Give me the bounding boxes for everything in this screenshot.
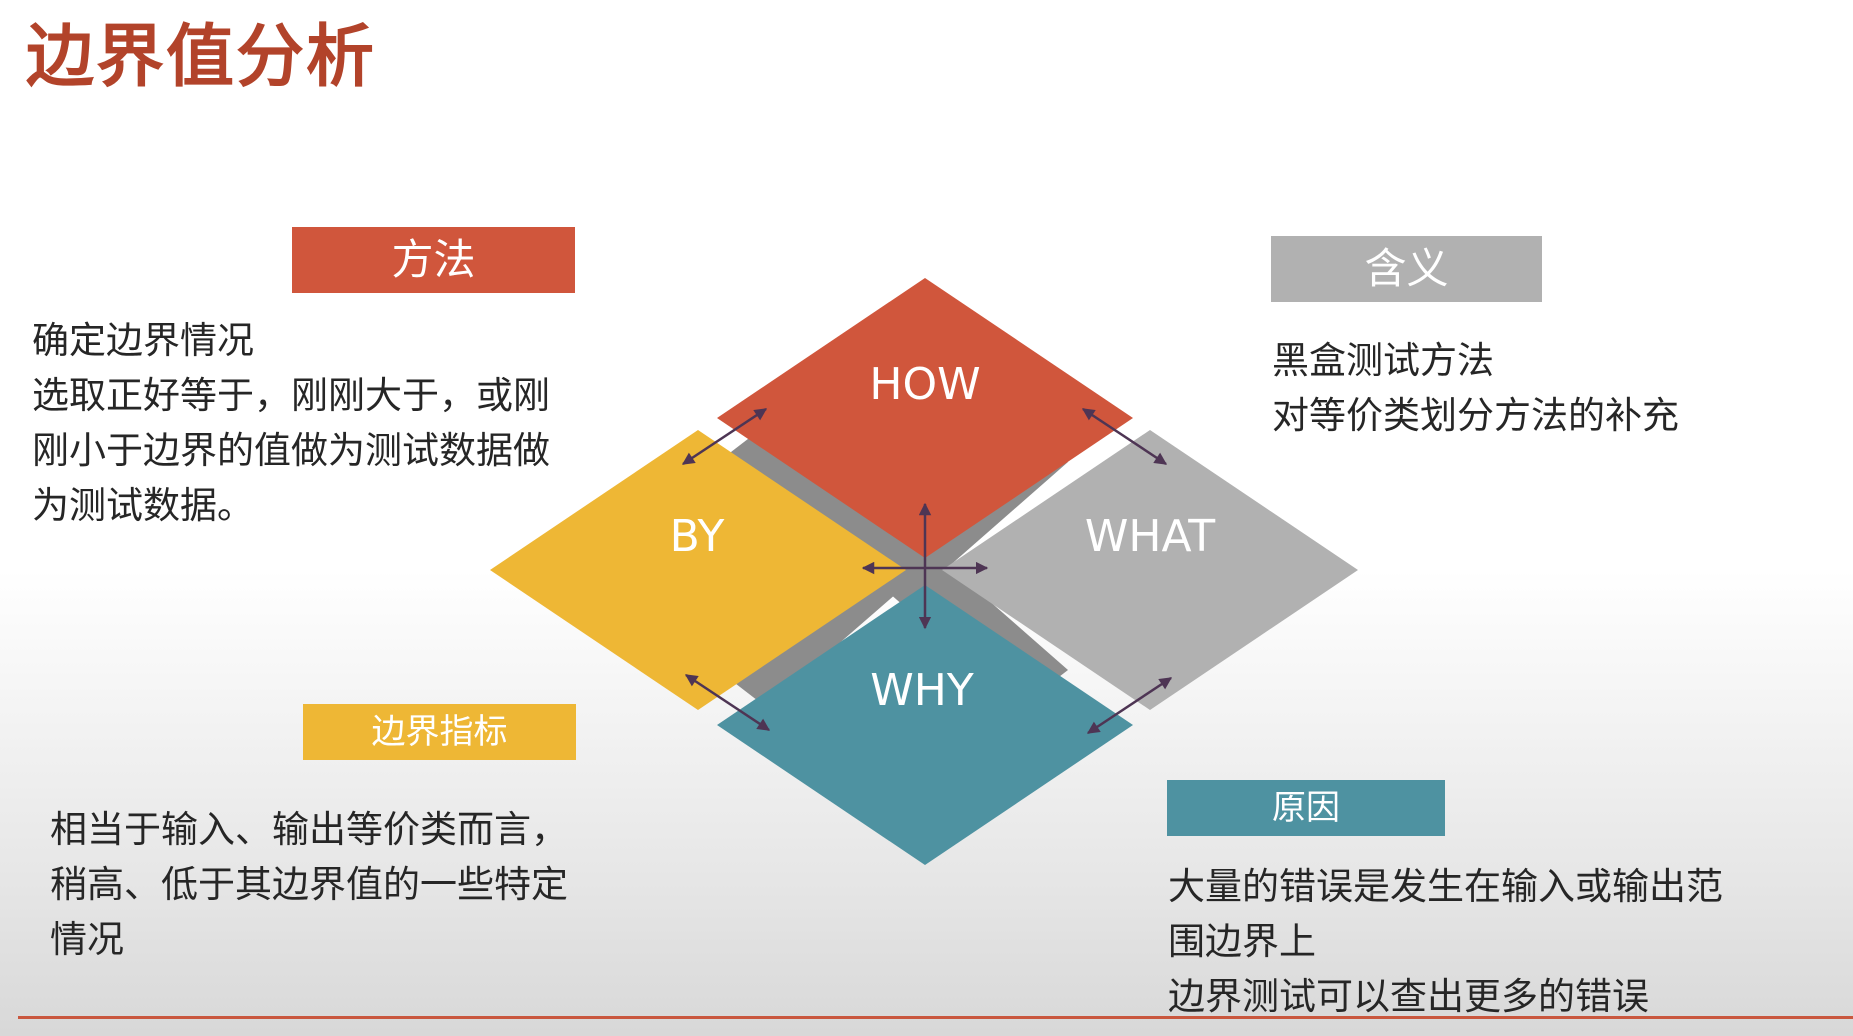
- reason-line: 围边界上: [1168, 920, 1316, 963]
- meaning-label: 含义: [1271, 236, 1542, 302]
- meaning-line: 对等价类划分方法的补充: [1272, 394, 1679, 437]
- method-label: 方法: [292, 227, 575, 293]
- method-line: 为测试数据。: [32, 484, 254, 527]
- indicator-label: 边界指标: [303, 704, 576, 760]
- indicator-line: 稍高、低于其边界值的一些特定: [50, 863, 568, 906]
- how-label: HOW: [869, 359, 980, 410]
- method-line: 确定边界情况: [32, 319, 254, 362]
- meaning-description: 黑盒测试方法 对等价类划分方法的补充: [1272, 333, 1679, 443]
- indicator-description: 相当于输入、输出等价类而言， 稍高、低于其边界值的一些特定 情况: [50, 802, 568, 967]
- bottom-rule: [18, 1016, 1853, 1019]
- by-label: BY: [670, 511, 725, 562]
- what-label: WHAT: [1085, 511, 1215, 562]
- reason-description: 大量的错误是发生在输入或输出范 围边界上 边界测试可以查出更多的错误: [1168, 859, 1723, 1024]
- why-label: WHY: [870, 665, 974, 716]
- reason-line: 大量的错误是发生在输入或输出范: [1168, 865, 1723, 908]
- reason-label: 原因: [1167, 780, 1445, 836]
- indicator-line: 情况: [50, 918, 124, 961]
- method-line: 刚小于边界的值做为测试数据做: [32, 429, 550, 472]
- indicator-line: 相当于输入、输出等价类而言，: [50, 808, 568, 851]
- method-line: 选取正好等于，刚刚大于，或刚: [32, 374, 550, 417]
- meaning-line: 黑盒测试方法: [1272, 339, 1494, 382]
- method-description: 确定边界情况 选取正好等于，刚刚大于，或刚 刚小于边界的值做为测试数据做 为测试…: [32, 313, 550, 533]
